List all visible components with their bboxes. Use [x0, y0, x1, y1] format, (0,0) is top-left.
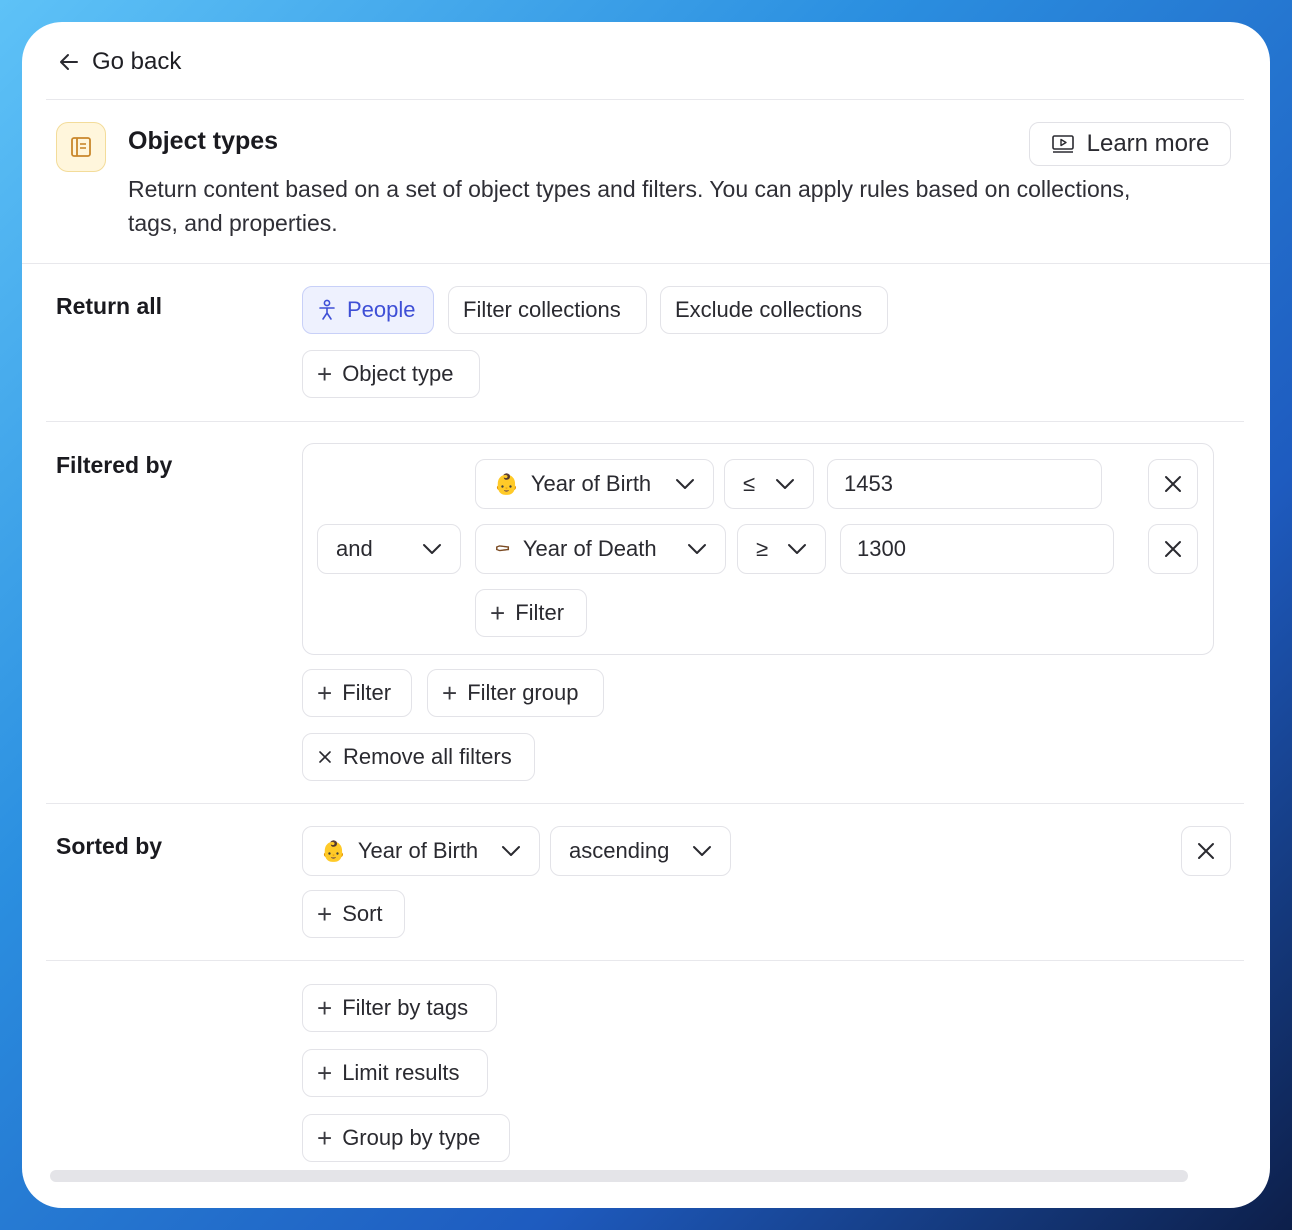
- conjunction-select[interactable]: and: [317, 524, 461, 574]
- add-sort-button[interactable]: + Sort: [302, 890, 405, 938]
- remove-all-filters-button[interactable]: Remove all filters: [302, 733, 535, 781]
- button-label: Limit results: [342, 1060, 460, 1085]
- page-title: Object types: [128, 127, 279, 155]
- chip-label: People: [347, 297, 416, 322]
- select-value: Year of Birth: [357, 838, 479, 863]
- filter-operator-select[interactable]: ≤: [724, 459, 814, 509]
- select-value: Year of Birth: [530, 471, 652, 496]
- plus-icon: +: [490, 598, 506, 628]
- chevron-down-icon: [788, 544, 806, 554]
- video-icon: [1051, 135, 1074, 153]
- chip-people[interactable]: People: [302, 286, 434, 334]
- remove-sort-button[interactable]: [1181, 826, 1231, 876]
- select-value: ≥: [756, 536, 769, 561]
- baby-icon: 👶: [321, 839, 346, 863]
- horizontal-scrollbar[interactable]: [50, 1170, 1188, 1182]
- filter-by-tags-button[interactable]: + Filter by tags: [302, 984, 497, 1032]
- filtered-by-label: Filtered by: [56, 452, 173, 478]
- chevron-down-icon: [688, 544, 706, 554]
- sort-direction-select[interactable]: ascending: [550, 826, 731, 876]
- coffin-icon: ⚰: [494, 537, 511, 561]
- divider: [22, 263, 1270, 264]
- button-label: Remove all filters: [343, 744, 512, 769]
- chevron-down-icon: [423, 544, 441, 554]
- arrow-left-icon: [60, 54, 78, 70]
- button-label: Group by type: [342, 1125, 481, 1150]
- filter-property-select[interactable]: ⚰ Year of Death: [475, 524, 726, 574]
- learn-more-button[interactable]: Learn more: [1029, 122, 1231, 166]
- filter-value-input[interactable]: 1300: [840, 524, 1114, 574]
- divider: [46, 803, 1244, 804]
- object-types-icon: [56, 122, 106, 172]
- button-label: Object type: [342, 361, 454, 386]
- filter-operator-select[interactable]: ≥: [737, 524, 826, 574]
- page-description: Return content based on a set of object …: [128, 176, 1131, 236]
- select-value: and: [336, 536, 373, 561]
- exclude-collections-button[interactable]: Exclude collections: [660, 286, 888, 334]
- person-icon: [319, 299, 335, 320]
- chip-label: Filter collections: [463, 297, 621, 322]
- chevron-down-icon: [676, 479, 694, 489]
- select-value: Year of Death: [522, 536, 657, 561]
- go-back-button[interactable]: Go back: [58, 46, 181, 78]
- plus-icon: +: [317, 678, 333, 708]
- plus-icon: +: [442, 678, 458, 708]
- divider: [46, 421, 1244, 422]
- select-value: ascending: [569, 838, 670, 863]
- plus-icon: +: [317, 1058, 333, 1088]
- close-icon: [1165, 541, 1181, 557]
- filter-collections-button[interactable]: Filter collections: [448, 286, 647, 334]
- learn-more-label: Learn more: [1086, 130, 1210, 157]
- baby-icon: 👶: [494, 472, 519, 496]
- plus-icon: +: [317, 1123, 333, 1153]
- close-icon: [1165, 476, 1181, 492]
- close-icon: [319, 751, 331, 763]
- limit-results-button[interactable]: + Limit results: [302, 1049, 488, 1097]
- sort-property-select[interactable]: 👶 Year of Birth: [302, 826, 540, 876]
- chevron-down-icon: [693, 846, 711, 856]
- divider: [46, 960, 1244, 961]
- button-label: Filter by tags: [342, 995, 469, 1020]
- chevron-down-icon: [776, 479, 794, 489]
- button-label: Filter: [342, 680, 392, 705]
- plus-icon: +: [317, 899, 333, 929]
- button-label: Filter group: [467, 680, 579, 705]
- sorted-by-label: Sorted by: [56, 833, 163, 859]
- plus-icon: +: [317, 993, 333, 1023]
- plus-icon: +: [317, 359, 333, 389]
- button-label: Filter: [515, 600, 565, 625]
- divider: [46, 99, 1244, 100]
- add-filter-button[interactable]: + Filter: [302, 669, 412, 717]
- go-back-label: Go back: [92, 48, 182, 75]
- filter-value-input[interactable]: 1453: [827, 459, 1102, 509]
- group-by-type-button[interactable]: + Group by type: [302, 1114, 510, 1162]
- chip-label: Exclude collections: [675, 297, 863, 322]
- group-add-filter-button[interactable]: + Filter: [475, 589, 587, 637]
- select-value: ≤: [743, 471, 756, 496]
- panel: Go back Object types Return content base…: [22, 22, 1270, 1208]
- chevron-down-icon: [502, 846, 520, 856]
- add-object-type-button[interactable]: + Object type: [302, 350, 480, 398]
- filter-property-select[interactable]: 👶 Year of Birth: [475, 459, 714, 509]
- close-icon: [1198, 843, 1214, 859]
- button-label: Sort: [342, 901, 383, 926]
- add-filter-group-button[interactable]: + Filter group: [427, 669, 604, 717]
- remove-filter-button[interactable]: [1148, 459, 1198, 509]
- remove-filter-button[interactable]: [1148, 524, 1198, 574]
- return-all-label: Return all: [56, 293, 163, 319]
